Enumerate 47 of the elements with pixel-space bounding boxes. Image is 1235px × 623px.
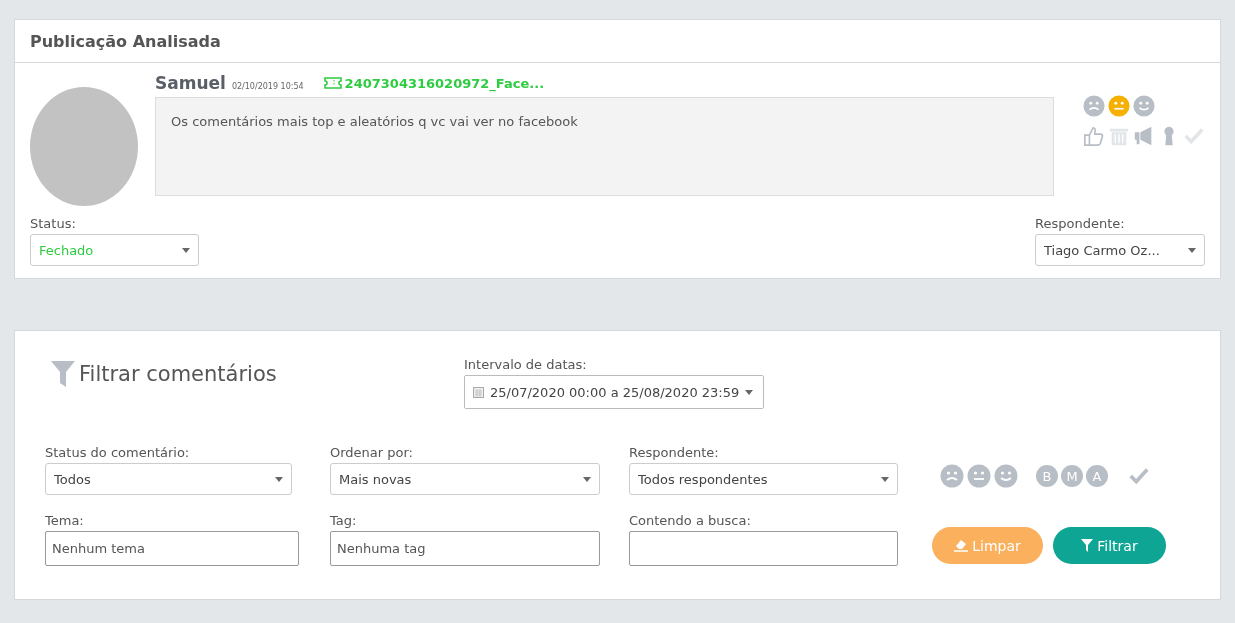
clear-button[interactable]: Limpar — [932, 527, 1043, 564]
status-select[interactable]: Fechado — [30, 234, 199, 266]
eraser-icon — [954, 539, 969, 552]
post-timestamp: 02/10/2019 10:54 — [231, 82, 304, 91]
sad-face-icon[interactable] — [1083, 95, 1105, 117]
panel-title: Publicação Analisada — [15, 20, 1220, 63]
caret-icon — [275, 476, 283, 482]
respondent-select[interactable]: Tiago Carmo Oz... — [1035, 234, 1205, 266]
neutral-face-icon[interactable] — [967, 464, 991, 488]
date-range-label: Intervalo de datas: — [464, 357, 588, 372]
happy-face-icon[interactable] — [994, 464, 1018, 488]
dropdown-select[interactable]: Todos — [45, 463, 292, 495]
select-label: Status do comentário: — [45, 445, 191, 460]
input-field[interactable]: Nenhuma tag — [330, 531, 600, 566]
status-label: Status: — [30, 216, 77, 231]
ticket-link[interactable]: 2407304316020972_Face... — [323, 75, 545, 91]
input-field[interactable] — [629, 531, 898, 566]
sad-face-icon[interactable] — [940, 464, 964, 488]
funnel-icon — [51, 361, 75, 387]
caret-icon — [745, 389, 754, 395]
input-label: Tema: — [45, 513, 85, 528]
dropdown-select[interactable]: Mais novas — [330, 463, 600, 495]
date-range-picker[interactable]: 25/07/2020 00:00 a 25/08/2020 23:59 — [464, 375, 765, 409]
level-toggle[interactable]: B — [1036, 465, 1058, 487]
caret-icon — [182, 247, 190, 253]
respondent-label: Respondente: — [1035, 216, 1126, 231]
level-toggle[interactable]: A — [1086, 465, 1108, 487]
caret-icon — [1188, 247, 1196, 253]
neutral-face-icon[interactable] — [1108, 95, 1130, 117]
happy-face-icon[interactable] — [1133, 95, 1155, 117]
filter-title: Filtrar comentários — [79, 362, 277, 386]
dropdown-select[interactable]: Todos respondentes — [629, 463, 898, 495]
level-toggle[interactable]: M — [1061, 465, 1083, 487]
select-label: Respondente: — [629, 445, 720, 460]
filter-button[interactable]: Filtrar — [1053, 527, 1166, 564]
ticket-icon — [323, 77, 342, 89]
select-label: Ordenar por: — [330, 445, 414, 460]
thumbs-up-icon[interactable] — [1083, 125, 1105, 147]
input-label: Tag: — [330, 513, 358, 528]
caret-icon — [583, 476, 591, 482]
author-name: Samuel — [155, 73, 226, 93]
funnel-icon — [1081, 539, 1094, 552]
input-label: Contendo a busca: — [629, 513, 752, 528]
input-field[interactable]: Nenhum tema — [45, 531, 299, 566]
calendar-icon — [473, 386, 484, 398]
caret-icon — [881, 476, 889, 482]
comment-text: Os comentários mais top e aleatórios q vc vai ver no facebook — [155, 97, 1054, 196]
